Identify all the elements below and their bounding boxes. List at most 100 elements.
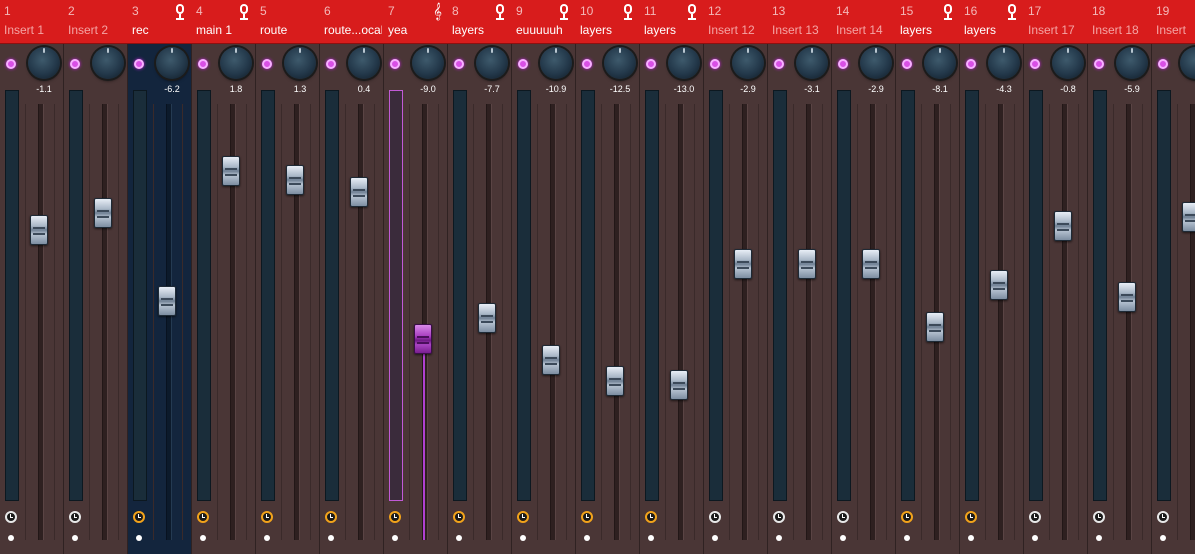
fader-track[interactable] — [806, 104, 812, 540]
fader-track[interactable] — [358, 104, 364, 540]
strip-name[interactable]: yea — [388, 23, 446, 37]
strip-name[interactable]: Insert 18 — [1092, 23, 1150, 37]
strip-enable-led[interactable] — [582, 59, 592, 69]
mixer-strip[interactable]: 2 Insert 2 — [64, 0, 128, 554]
pan-knob[interactable] — [1116, 47, 1148, 79]
clock-icon[interactable] — [197, 511, 209, 523]
route-dot[interactable] — [968, 535, 974, 541]
route-dot[interactable] — [72, 535, 78, 541]
fader-track[interactable] — [678, 104, 684, 540]
pan-knob[interactable] — [348, 47, 380, 79]
strip-enable-led[interactable] — [262, 59, 272, 69]
clock-icon[interactable] — [965, 511, 977, 523]
fader-track[interactable] — [166, 104, 172, 540]
strip-name[interactable]: euuuuuh — [516, 23, 574, 37]
mixer-strip[interactable]: 3 rec -6.2 — [128, 0, 192, 554]
route-dot[interactable] — [840, 535, 846, 541]
clock-icon[interactable] — [581, 511, 593, 523]
volume-fader-handle[interactable] — [1182, 202, 1195, 233]
volume-fader-handle[interactable] — [350, 177, 368, 208]
pan-knob[interactable] — [92, 47, 124, 79]
pan-knob[interactable] — [476, 47, 508, 79]
strip-name[interactable]: layers — [964, 23, 1022, 37]
pan-knob[interactable] — [796, 47, 828, 79]
strip-header[interactable]: 13 Insert 13 — [768, 0, 832, 44]
clock-icon[interactable] — [901, 511, 913, 523]
strip-enable-led[interactable] — [326, 59, 336, 69]
clock-icon[interactable] — [1157, 511, 1169, 523]
strip-name[interactable]: Insert — [1156, 23, 1195, 37]
clock-icon[interactable] — [133, 511, 145, 523]
route-dot[interactable] — [584, 535, 590, 541]
strip-name[interactable]: layers — [644, 23, 702, 37]
strip-header[interactable]: 8 layers — [448, 0, 512, 44]
strip-enable-led[interactable] — [646, 59, 656, 69]
mixer-strip[interactable]: 15 layers -8.1 — [896, 0, 960, 554]
mixer-strip[interactable]: 10 layers -12.5 — [576, 0, 640, 554]
strip-enable-led[interactable] — [390, 59, 400, 69]
route-dot[interactable] — [328, 535, 334, 541]
route-dot[interactable] — [520, 535, 526, 541]
strip-enable-led[interactable] — [774, 59, 784, 69]
pan-knob[interactable] — [220, 47, 252, 79]
strip-enable-led[interactable] — [710, 59, 720, 69]
strip-header[interactable]: 7 yea 𝄞 — [384, 0, 448, 44]
strip-header[interactable]: 6 route...ocals — [320, 0, 384, 44]
fader-track[interactable] — [1062, 104, 1068, 540]
volume-fader-handle[interactable] — [158, 286, 176, 317]
strip-name[interactable]: layers — [452, 23, 510, 37]
strip-name[interactable]: Insert 13 — [772, 23, 830, 37]
strip-name[interactable]: route...ocals — [324, 23, 382, 37]
mixer-strip[interactable]: 7 yea 𝄞 -9.0 — [384, 0, 448, 554]
clock-icon[interactable] — [837, 511, 849, 523]
clock-icon[interactable] — [389, 511, 401, 523]
volume-fader-handle[interactable] — [798, 248, 816, 279]
clock-icon[interactable] — [773, 511, 785, 523]
pan-knob[interactable] — [540, 47, 572, 79]
pan-knob[interactable] — [668, 47, 700, 79]
mixer-strip[interactable]: 13 Insert 13 -3.1 — [768, 0, 832, 554]
volume-fader-handle[interactable] — [670, 370, 688, 401]
clock-icon[interactable] — [645, 511, 657, 523]
strip-enable-led[interactable] — [70, 59, 80, 69]
route-dot[interactable] — [392, 535, 398, 541]
volume-fader-handle[interactable] — [734, 248, 752, 279]
clock-icon[interactable] — [325, 511, 337, 523]
pan-knob[interactable] — [1052, 47, 1084, 79]
strip-name[interactable]: layers — [900, 23, 958, 37]
strip-enable-led[interactable] — [518, 59, 528, 69]
clock-icon[interactable] — [5, 511, 17, 523]
mixer-strip[interactable]: 1 Insert 1 -1.1 — [0, 0, 64, 554]
mixer-strip[interactable]: 18 Insert 18 -5.9 — [1088, 0, 1152, 554]
clock-icon[interactable] — [261, 511, 273, 523]
mixer-strip[interactable]: 5 route 1.3 — [256, 0, 320, 554]
route-dot[interactable] — [456, 535, 462, 541]
fader-track[interactable] — [38, 104, 44, 540]
fader-track[interactable] — [998, 104, 1004, 540]
route-dot[interactable] — [8, 535, 14, 541]
strip-enable-led[interactable] — [6, 59, 16, 69]
strip-header[interactable]: 18 Insert 18 — [1088, 0, 1152, 44]
route-dot[interactable] — [136, 535, 142, 541]
pan-knob[interactable] — [924, 47, 956, 79]
strip-header[interactable]: 14 Insert 14 — [832, 0, 896, 44]
route-dot[interactable] — [776, 535, 782, 541]
pan-knob[interactable] — [284, 47, 316, 79]
pan-knob[interactable] — [156, 47, 188, 79]
strip-enable-led[interactable] — [454, 59, 464, 69]
strip-enable-led[interactable] — [1030, 59, 1040, 69]
strip-header[interactable]: 5 route — [256, 0, 320, 44]
strip-header[interactable]: 11 layers — [640, 0, 704, 44]
strip-name[interactable]: Insert 1 — [4, 23, 62, 37]
clock-icon[interactable] — [453, 511, 465, 523]
route-dot[interactable] — [1096, 535, 1102, 541]
volume-fader-handle[interactable] — [478, 303, 496, 334]
mixer-strip[interactable]: 16 layers -4.3 — [960, 0, 1024, 554]
pan-knob[interactable] — [604, 47, 636, 79]
strip-name[interactable]: route — [260, 23, 318, 37]
strip-header[interactable]: 15 layers — [896, 0, 960, 44]
clock-icon[interactable] — [517, 511, 529, 523]
route-dot[interactable] — [712, 535, 718, 541]
route-dot[interactable] — [1160, 535, 1166, 541]
volume-fader-handle[interactable] — [414, 324, 432, 355]
